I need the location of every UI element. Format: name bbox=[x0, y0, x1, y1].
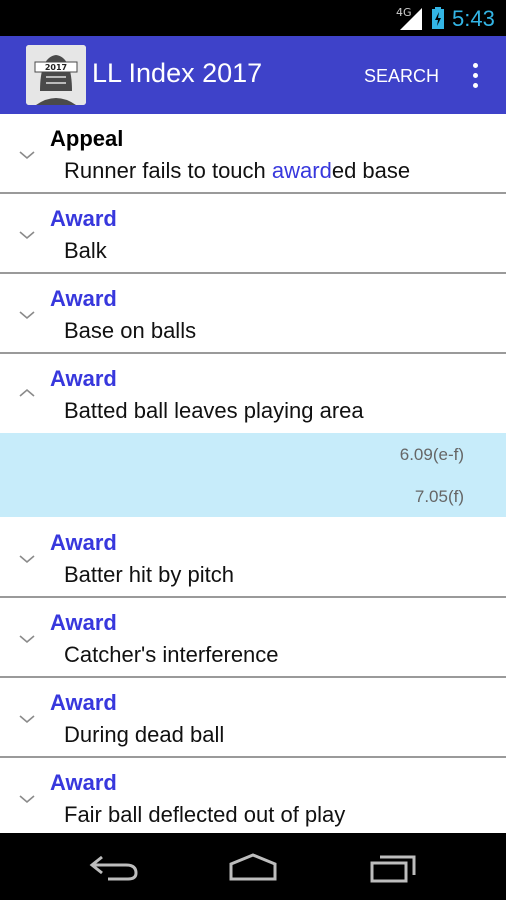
item-heading: Appeal bbox=[50, 126, 124, 151]
search-button[interactable]: SEARCH bbox=[364, 66, 439, 87]
item-heading: Award bbox=[50, 286, 117, 311]
list-item[interactable]: Appeal Runner fails to touch awarded bas… bbox=[0, 114, 506, 192]
app-title: LL Index 2017 bbox=[92, 58, 263, 88]
item-label: Batter hit by pitch bbox=[64, 562, 234, 587]
chevron-down-icon bbox=[19, 311, 35, 320]
expanded-refs: 6.09(e-f) 7.05(f) bbox=[0, 433, 506, 517]
list-item[interactable]: Award During dead ball bbox=[0, 678, 506, 756]
home-icon[interactable] bbox=[225, 851, 281, 883]
list-item[interactable]: Award Catcher's interference bbox=[0, 598, 506, 676]
item-label: Catcher's interference bbox=[64, 642, 279, 667]
item-heading: Award bbox=[50, 610, 117, 635]
item-label: During dead ball bbox=[64, 722, 225, 747]
battery-icon bbox=[432, 7, 444, 29]
signal-icon bbox=[400, 8, 422, 30]
status-bar: 4G 5:43 bbox=[0, 0, 506, 36]
item-label: Fair ball deflected out of play bbox=[64, 802, 346, 827]
chevron-down-icon bbox=[19, 715, 35, 724]
chevron-down-icon bbox=[19, 635, 35, 644]
app-logo-icon[interactable]: 2017 bbox=[26, 45, 86, 105]
list-item[interactable]: Award Base on balls bbox=[0, 274, 506, 352]
list-item[interactable]: Award Balk bbox=[0, 194, 506, 272]
navigation-bar bbox=[0, 833, 506, 900]
item-label: Batted ball leaves playing area bbox=[64, 398, 364, 423]
rule-reference[interactable]: 7.05(f) bbox=[415, 487, 464, 507]
chevron-down-icon bbox=[19, 795, 35, 804]
item-heading: Award bbox=[50, 690, 117, 715]
chevron-up-icon bbox=[19, 388, 35, 397]
item-heading: Award bbox=[50, 366, 117, 391]
recent-apps-icon[interactable] bbox=[366, 851, 422, 883]
item-label: Runner fails to touch awarded base bbox=[64, 158, 411, 183]
back-icon[interactable] bbox=[86, 851, 142, 883]
list-item[interactable]: Award Fair ball deflected out of play bbox=[0, 758, 506, 833]
chevron-down-icon bbox=[19, 151, 35, 160]
rule-reference[interactable]: 6.09(e-f) bbox=[400, 445, 464, 465]
app-logo-text: 2017 bbox=[45, 63, 67, 72]
search-highlight: award bbox=[271, 158, 332, 183]
item-label: Base on balls bbox=[64, 318, 197, 343]
chevron-down-icon bbox=[19, 555, 35, 564]
index-list: Appeal Runner fails to touch awarded bas… bbox=[0, 114, 506, 833]
clock: 5:43 bbox=[452, 6, 495, 31]
list-item-expanded[interactable]: Award Batted ball leaves playing area bbox=[0, 354, 506, 432]
list-item[interactable]: Award Batter hit by pitch bbox=[0, 518, 506, 596]
chevron-down-icon bbox=[19, 231, 35, 240]
item-heading: Award bbox=[50, 770, 117, 795]
item-heading: Award bbox=[50, 206, 117, 231]
item-label: Balk bbox=[64, 238, 107, 263]
item-heading: Award bbox=[50, 530, 117, 555]
overflow-menu-icon[interactable] bbox=[468, 61, 484, 91]
